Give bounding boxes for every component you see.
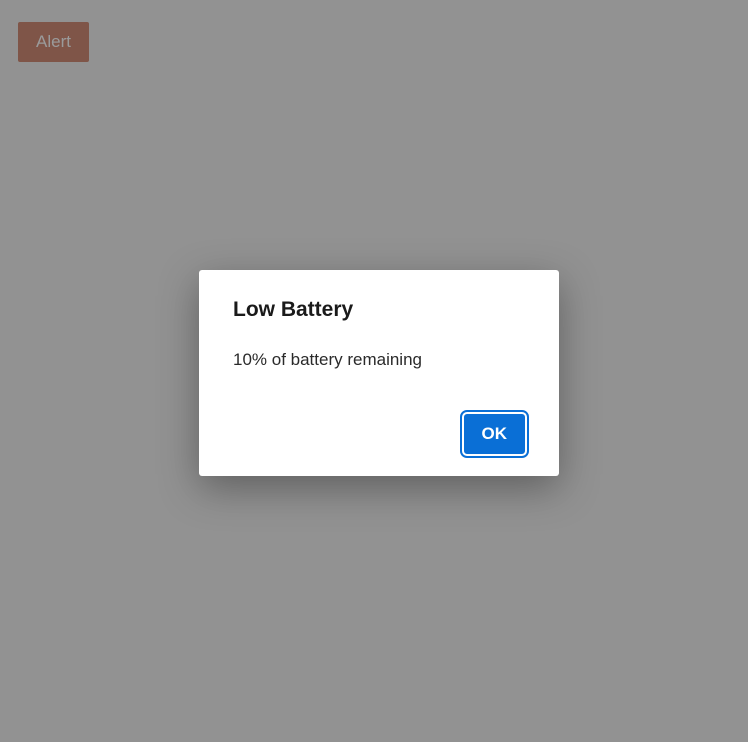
alert-dialog: Low Battery 10% of battery remaining OK — [199, 270, 559, 476]
ok-button[interactable]: OK — [464, 414, 526, 454]
dialog-message: 10% of battery remaining — [233, 350, 525, 370]
dialog-title: Low Battery — [233, 298, 525, 322]
dialog-actions: OK — [233, 414, 525, 454]
